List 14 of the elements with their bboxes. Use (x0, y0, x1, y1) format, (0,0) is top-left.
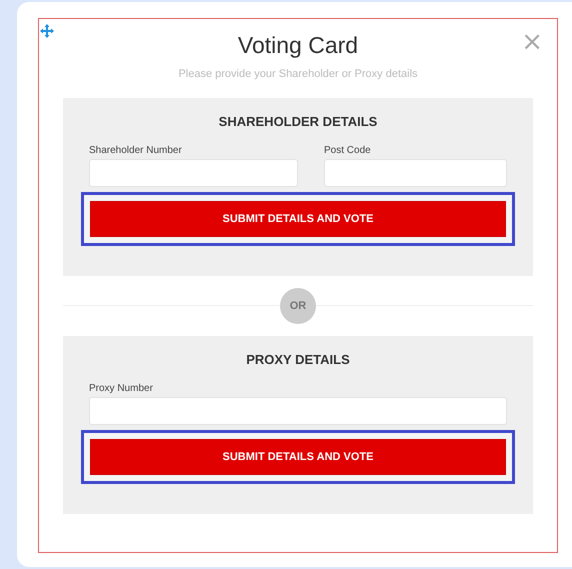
submit-button[interactable]: SUBMIT DETAILS AND VOTE (90, 201, 506, 237)
input-field[interactable] (89, 397, 507, 425)
or-badge: OR (280, 288, 316, 324)
section-heading: PROXY DETAILS (245, 352, 351, 367)
move-icon[interactable] (39, 23, 55, 39)
field-label: Proxy Number (89, 383, 154, 394)
submit-button[interactable]: SUBMIT DETAILS AND VOTE (90, 439, 506, 475)
field-label: Shareholder Number (89, 145, 183, 156)
field-label: Post Code (324, 145, 372, 156)
input-field[interactable] (89, 159, 298, 187)
section-heading: SHAREHOLDER DETAILS (218, 114, 378, 129)
dialog-title: Voting Card (238, 32, 358, 59)
dialog-subtitle: Please provide your Shareholder or Proxy details (177, 68, 419, 80)
input-field[interactable] (324, 159, 507, 187)
